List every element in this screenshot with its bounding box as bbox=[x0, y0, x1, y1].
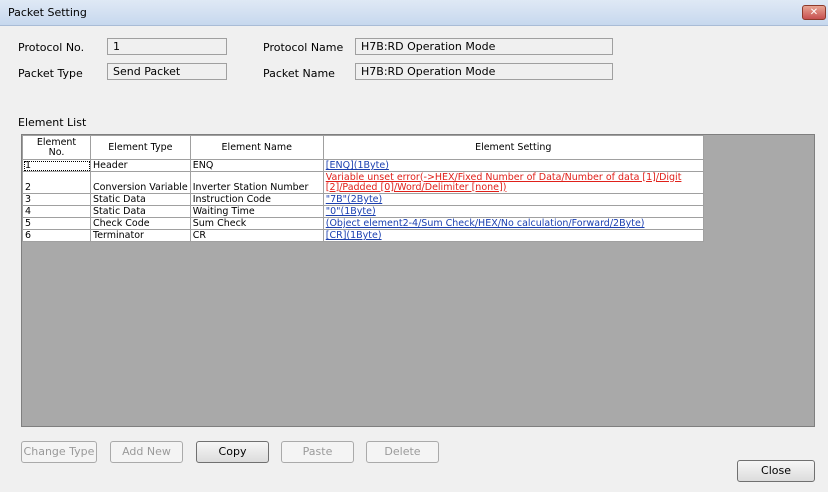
title-bar: Packet Setting ✕ bbox=[0, 0, 828, 26]
column-header-type[interactable]: Element Type bbox=[90, 135, 191, 160]
cell-name[interactable]: CR bbox=[189, 229, 324, 242]
cell-name[interactable]: Instruction Code bbox=[189, 193, 324, 206]
add-new-button[interactable]: Add New bbox=[110, 441, 183, 463]
protocol-name-field[interactable]: H7B:RD Operation Mode bbox=[355, 38, 613, 55]
cell-name[interactable]: ENQ bbox=[189, 159, 324, 172]
cell-type[interactable]: Header bbox=[90, 159, 191, 172]
protocol-no-field[interactable]: 1 bbox=[107, 38, 227, 55]
cell-no[interactable]: 2 bbox=[22, 171, 91, 194]
column-header-no-line2: No. bbox=[48, 146, 65, 158]
packet-name-field[interactable]: H7B:RD Operation Mode bbox=[355, 63, 613, 80]
delete-button[interactable]: Delete bbox=[366, 441, 439, 463]
table-row[interactable]: 2 Conversion Variable Inverter Station N… bbox=[22, 171, 704, 194]
table-row[interactable]: 4 Static Data Waiting Time "0"(1Byte) bbox=[22, 205, 704, 218]
cell-type[interactable]: Static Data bbox=[90, 193, 191, 206]
cell-no[interactable]: 3 bbox=[22, 193, 91, 206]
cell-no[interactable]: 5 bbox=[22, 217, 91, 230]
cell-no[interactable]: 1 bbox=[22, 159, 91, 172]
cell-setting[interactable]: [CR](1Byte) bbox=[322, 229, 704, 242]
cell-setting[interactable]: "0"(1Byte) bbox=[322, 205, 704, 218]
cell-setting[interactable]: [ENQ](1Byte) bbox=[322, 159, 704, 172]
table-row[interactable]: 6 Terminator CR [CR](1Byte) bbox=[22, 229, 704, 242]
column-header-name[interactable]: Element Name bbox=[189, 135, 324, 160]
cell-setting[interactable]: (Object element2-4/Sum Check/HEX/No calc… bbox=[322, 217, 704, 230]
cell-type[interactable]: Static Data bbox=[90, 205, 191, 218]
window-title: Packet Setting bbox=[8, 6, 87, 19]
packet-name-label: Packet Name bbox=[263, 67, 335, 80]
element-table: Element No. Element Type Element Name El… bbox=[22, 135, 704, 242]
cell-name[interactable]: Inverter Station Number bbox=[189, 171, 324, 194]
copy-button[interactable]: Copy bbox=[196, 441, 269, 463]
element-list-label: Element List bbox=[18, 116, 87, 129]
paste-button[interactable]: Paste bbox=[281, 441, 354, 463]
cell-setting[interactable]: "7B"(2Byte) bbox=[322, 193, 704, 206]
cell-name[interactable]: Sum Check bbox=[189, 217, 324, 230]
cell-type[interactable]: Check Code bbox=[90, 217, 191, 230]
column-header-setting[interactable]: Element Setting bbox=[322, 135, 704, 160]
close-window-icon[interactable]: ✕ bbox=[802, 5, 826, 20]
protocol-name-label: Protocol Name bbox=[263, 41, 344, 54]
cell-no[interactable]: 6 bbox=[22, 229, 91, 242]
packet-type-label: Packet Type bbox=[18, 67, 83, 80]
table-row[interactable]: 3 Static Data Instruction Code "7B"(2Byt… bbox=[22, 193, 704, 206]
table-row[interactable]: 5 Check Code Sum Check (Object element2-… bbox=[22, 217, 704, 230]
close-button[interactable]: Close bbox=[737, 460, 815, 482]
cell-setting[interactable]: Variable unset error(->HEX/Fixed Number … bbox=[322, 171, 704, 194]
column-header-no[interactable]: Element No. bbox=[22, 135, 91, 160]
change-type-button[interactable]: Change Type bbox=[21, 441, 97, 463]
packet-type-field[interactable]: Send Packet bbox=[107, 63, 227, 80]
cell-type[interactable]: Conversion Variable bbox=[90, 171, 191, 194]
element-list-grid[interactable]: Element No. Element Type Element Name El… bbox=[21, 134, 815, 427]
cell-name[interactable]: Waiting Time bbox=[189, 205, 324, 218]
table-row[interactable]: 1 Header ENQ [ENQ](1Byte) bbox=[22, 159, 704, 172]
protocol-no-label: Protocol No. bbox=[18, 41, 85, 54]
cell-no[interactable]: 4 bbox=[22, 205, 91, 218]
cell-type[interactable]: Terminator bbox=[90, 229, 191, 242]
